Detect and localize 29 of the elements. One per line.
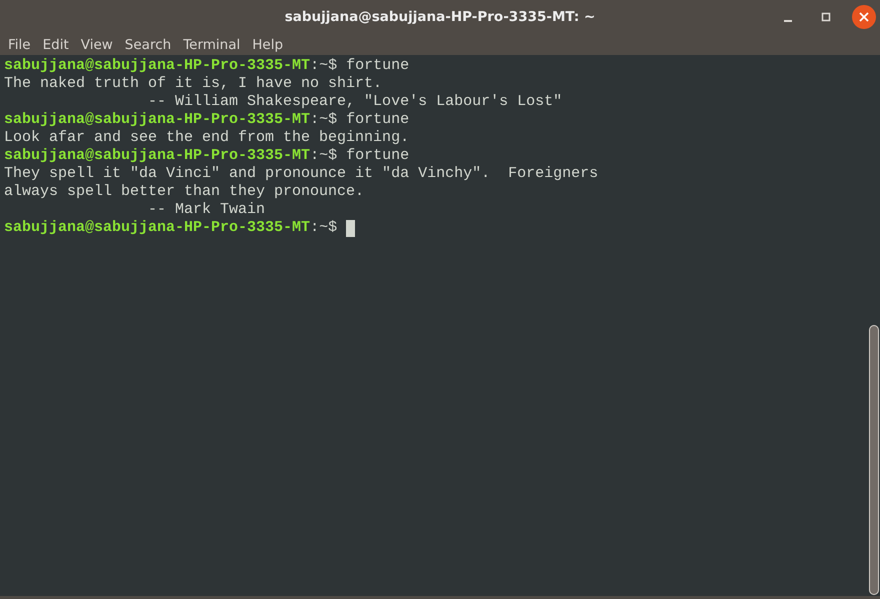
prompt-user-host: sabujjana@sabujjana-HP-Pro-3335-MT [4,111,310,129]
command-text: fortune [345,147,410,165]
prompt-path: :~$ [310,57,338,75]
prompt-user-host: sabujjana@sabujjana-HP-Pro-3335-MT [4,147,310,165]
command-text: fortune [345,111,410,129]
prompt-user-host: sabujjana@sabujjana-HP-Pro-3335-MT [4,57,310,75]
menu-item[interactable]: File [2,36,37,52]
prompt-path: :~$ [310,147,338,165]
command-text: fortune [345,57,410,75]
menu-item[interactable]: Edit [36,36,75,52]
output-text: They spell it "da Vinci" and pronounce it "da Vinchy". Foreigners [4,165,598,183]
output-text: always spell better than they pronounce. [4,183,364,201]
menu-item[interactable]: Terminal [177,36,246,52]
minimize-icon [784,20,792,22]
prompt-path: :~$ [310,111,338,129]
prompt-user-host: sabujjana@sabujjana-HP-Pro-3335-MT [4,219,310,237]
scrollbar-thumb[interactable] [869,325,879,595]
maximize-icon [821,12,831,22]
menu-item[interactable]: Help [246,36,290,52]
output-text: -- Mark Twain [147,201,266,219]
menu-item[interactable]: Search [118,36,178,52]
window-title: sabujjana@sabujjana-HP-Pro-3335-MT: ~ [284,9,596,25]
prompt-path: :~$ [310,219,338,237]
output-text: Look afar and see the end from the beginning. [4,129,410,147]
output-text: -- William Shakespeare, "Love's Labour's Lost" [147,93,562,111]
close-button[interactable] [852,5,876,29]
output-text: The naked truth of it is, I have no shirt. [4,75,382,93]
menu-item[interactable]: View [74,36,119,52]
close-icon [859,12,869,22]
